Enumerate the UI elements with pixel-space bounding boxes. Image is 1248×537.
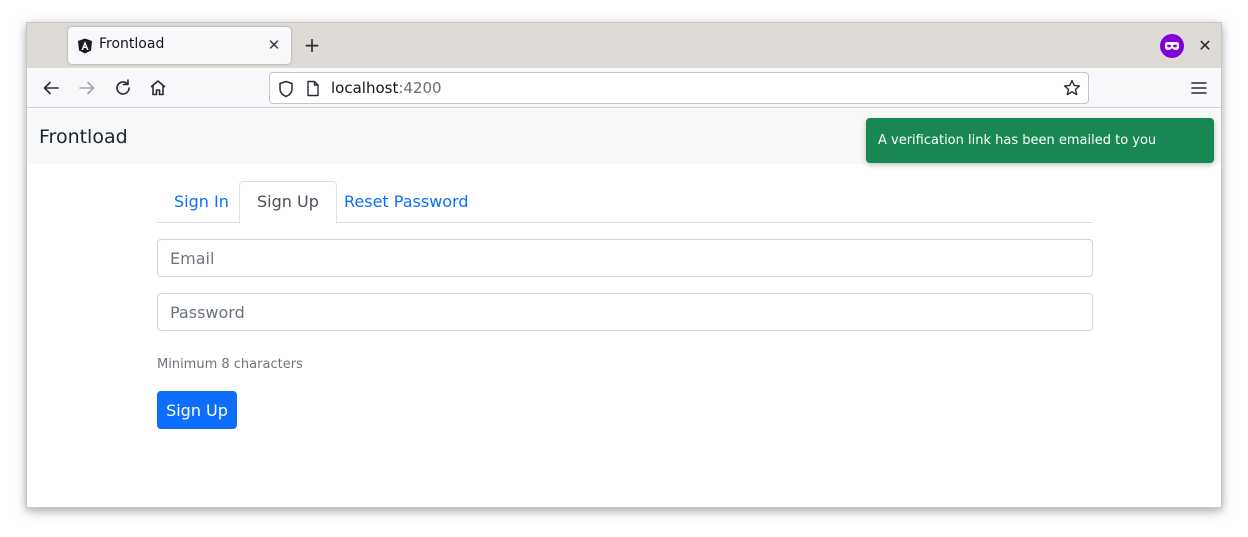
tab-reset-password[interactable]: Reset Password [327, 181, 486, 223]
tab-sign-in[interactable]: Sign In [157, 181, 246, 223]
tab-strip: Frontload ✕ + ✕ [27, 23, 1221, 68]
password-input[interactable] [157, 293, 1093, 331]
email-input[interactable] [157, 239, 1093, 277]
new-tab-plus-icon[interactable]: + [301, 35, 323, 57]
home-icon[interactable] [147, 77, 169, 99]
browser-window: Frontload ✕ + ✕ localhost:4200 Frontload… [26, 22, 1222, 508]
page-content: Frontload A verification link has been e… [27, 109, 1221, 507]
forward-arrow-icon[interactable] [76, 77, 98, 99]
url-port: :4200 [398, 79, 442, 97]
url-text[interactable]: localhost:4200 [331, 79, 442, 97]
success-toast[interactable]: A verification link has been emailed to … [866, 118, 1214, 163]
auth-tabs: Sign In Sign Up Reset Password [157, 181, 1093, 224]
tab-close-icon[interactable]: ✕ [264, 35, 284, 55]
tab-title: Frontload [99, 36, 165, 52]
page-icon [307, 80, 319, 97]
url-host: localhost [331, 79, 399, 97]
back-arrow-icon[interactable] [40, 77, 62, 99]
star-icon[interactable] [1063, 79, 1081, 97]
toast-message: A verification link has been emailed to … [878, 133, 1157, 148]
password-help-text: Minimum 8 characters [157, 357, 303, 372]
auth-container: Sign In Sign Up Reset Password Minimum 8… [157, 181, 1093, 429]
angular-favicon-icon [78, 38, 92, 54]
navbar-brand[interactable]: Frontload [39, 126, 128, 148]
hamburger-menu-icon[interactable] [1190, 79, 1208, 97]
sign-up-button[interactable]: Sign Up [157, 391, 237, 429]
tab-sign-up[interactable]: Sign Up [239, 181, 337, 224]
address-bar[interactable]: localhost:4200 [269, 72, 1089, 104]
shield-icon[interactable] [278, 80, 294, 98]
reload-icon[interactable] [112, 77, 134, 99]
window-close-icon[interactable]: ✕ [1194, 35, 1216, 57]
browser-tab[interactable]: Frontload ✕ [68, 27, 291, 64]
browser-toolbar: localhost:4200 [27, 68, 1221, 108]
private-browsing-icon [1160, 34, 1184, 58]
